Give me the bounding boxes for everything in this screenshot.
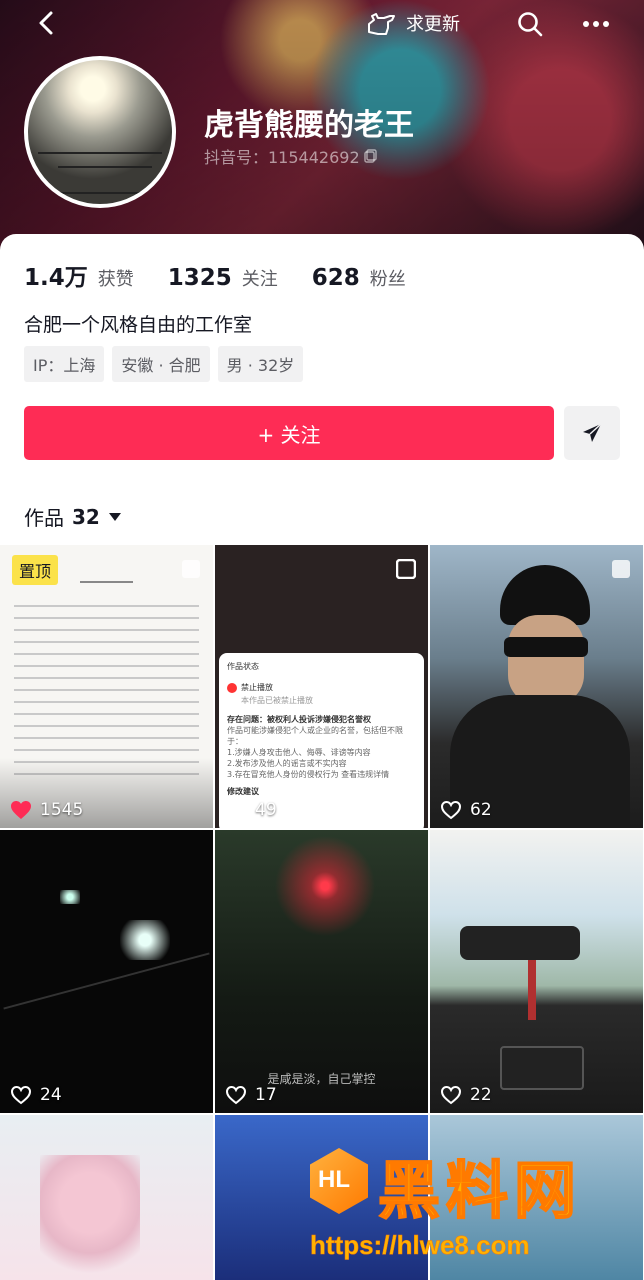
video-tile[interactable]: 置顶 1545 [0,545,213,828]
heart-icon [440,800,462,820]
followers-count[interactable]: 628 [312,265,360,291]
profile-card: 1.4万 获赞 1325 关注 628 粉丝 合肥一个风格自由的工作室 IP：上… [0,234,644,1280]
watermark-name: 黑料网 [377,1153,583,1228]
multi-image-icon [396,559,416,579]
likes-label: 获赞 [97,269,134,290]
send-icon [583,423,602,442]
bio: 合肥一个风格自由的工作室 [24,314,253,336]
douyin-id[interactable]: 抖音号：115442692 [204,144,378,168]
video-tile[interactable]: 24 [0,830,213,1113]
status-detail-1: 作品可能涉嫌侵犯个人或企业的名誉，包括但不限于： [227,726,403,746]
works-label: 作品 [24,506,64,530]
top-bar: 求更新 [0,0,644,46]
heart-filled-icon [11,801,31,819]
heart-icon [440,1085,462,1105]
like-count-text: 49 [255,800,277,820]
caret-down-icon [108,512,121,521]
profile-tags: IP：上海 安徽 · 合肥 男 · 32岁 [24,346,304,382]
like-count-text: 24 [40,1085,62,1105]
like-count: 22 [440,1085,492,1105]
like-count-text: 62 [470,800,492,820]
likes-count[interactable]: 1.4万 [24,258,88,292]
share-button[interactable] [564,406,620,460]
heart-icon [10,1085,32,1105]
video-tile[interactable]: 62 [430,545,643,828]
like-count: 1545 [10,800,83,820]
like-count-text: 17 [255,1085,277,1105]
tag-ip: IP：上海 [24,346,105,382]
back-icon[interactable] [34,10,60,36]
video-tile[interactable]: 是咸是淡，自己掌控 17 [215,830,428,1113]
watermark-logo-text: HL [318,1166,350,1193]
status-banned: 禁止播放 [227,682,416,693]
video-tile[interactable]: 22 [430,830,643,1113]
multi-image-icon [182,560,200,578]
profile-name: 虎背熊腰的老王 [204,108,414,143]
multi-image-icon [612,560,630,578]
tag-gender-age: 男 · 32岁 [217,346,304,382]
follow-button[interactable]: + 关注 [24,406,554,460]
watermark-logo: HL [310,1148,368,1214]
request-update-button[interactable]: 求更新 [366,8,460,38]
like-count: 62 [440,800,492,820]
watermark: HL 黑料网 https://hlwe8.com [310,1148,640,1276]
video-tile[interactable] [0,1115,213,1280]
following-label: 关注 [241,269,278,290]
heart-icon [225,800,247,820]
stats-row: 1.4万 获赞 1325 关注 628 粉丝 [24,258,430,292]
avatar[interactable] [24,56,176,208]
status-detail-3: 2.发布涉及他人的谣言或不实内容 [227,759,347,768]
video-tile[interactable]: 作品状态 禁止播放 本作品已被禁止播放 存在问题：被权利人投诉涉嫌侵犯名誉权 作… [215,545,428,828]
status-suggest: 修改建议 [227,787,259,796]
tag-location: 安徽 · 合肥 [112,346,210,382]
douyin-id-text: 抖音号：115442692 [204,148,360,167]
like-count: 24 [10,1085,62,1105]
status-banned-sub: 本作品已被禁止播放 [241,696,313,705]
watermark-url: https://hlwe8.com [310,1230,530,1261]
pinned-badge: 置顶 [12,555,59,585]
heart-icon [225,1085,247,1105]
like-count-text: 1545 [40,800,84,820]
status-detail-4: 3.存在冒充他人身份的侵权行为 查看违规详情 [227,770,390,779]
status-banned-text: 禁止播放 [241,683,273,692]
copy-icon[interactable] [363,149,378,163]
request-update-label: 求更新 [406,14,460,35]
status-detail-2: 1.涉嫌人身攻击他人、侮辱、诽谤等内容 [227,748,371,757]
status-card-title: 作品状态 [227,662,259,671]
more-icon[interactable] [582,10,610,38]
like-count: 49 [225,800,277,820]
followers-label: 粉丝 [369,269,406,290]
search-icon[interactable] [516,10,544,38]
works-tab[interactable]: 作品 32 [24,502,122,531]
status-issue: 存在问题：被权利人投诉涉嫌侵犯名誉权 [227,715,371,724]
works-count: 32 [72,504,100,529]
like-count-text: 22 [470,1085,492,1105]
like-count: 17 [225,1085,277,1105]
profile-header-banner: 求更新 虎背熊腰的老王 抖音号：115442692 [0,0,644,250]
following-count[interactable]: 1325 [168,265,232,291]
hand-icon [368,13,395,35]
